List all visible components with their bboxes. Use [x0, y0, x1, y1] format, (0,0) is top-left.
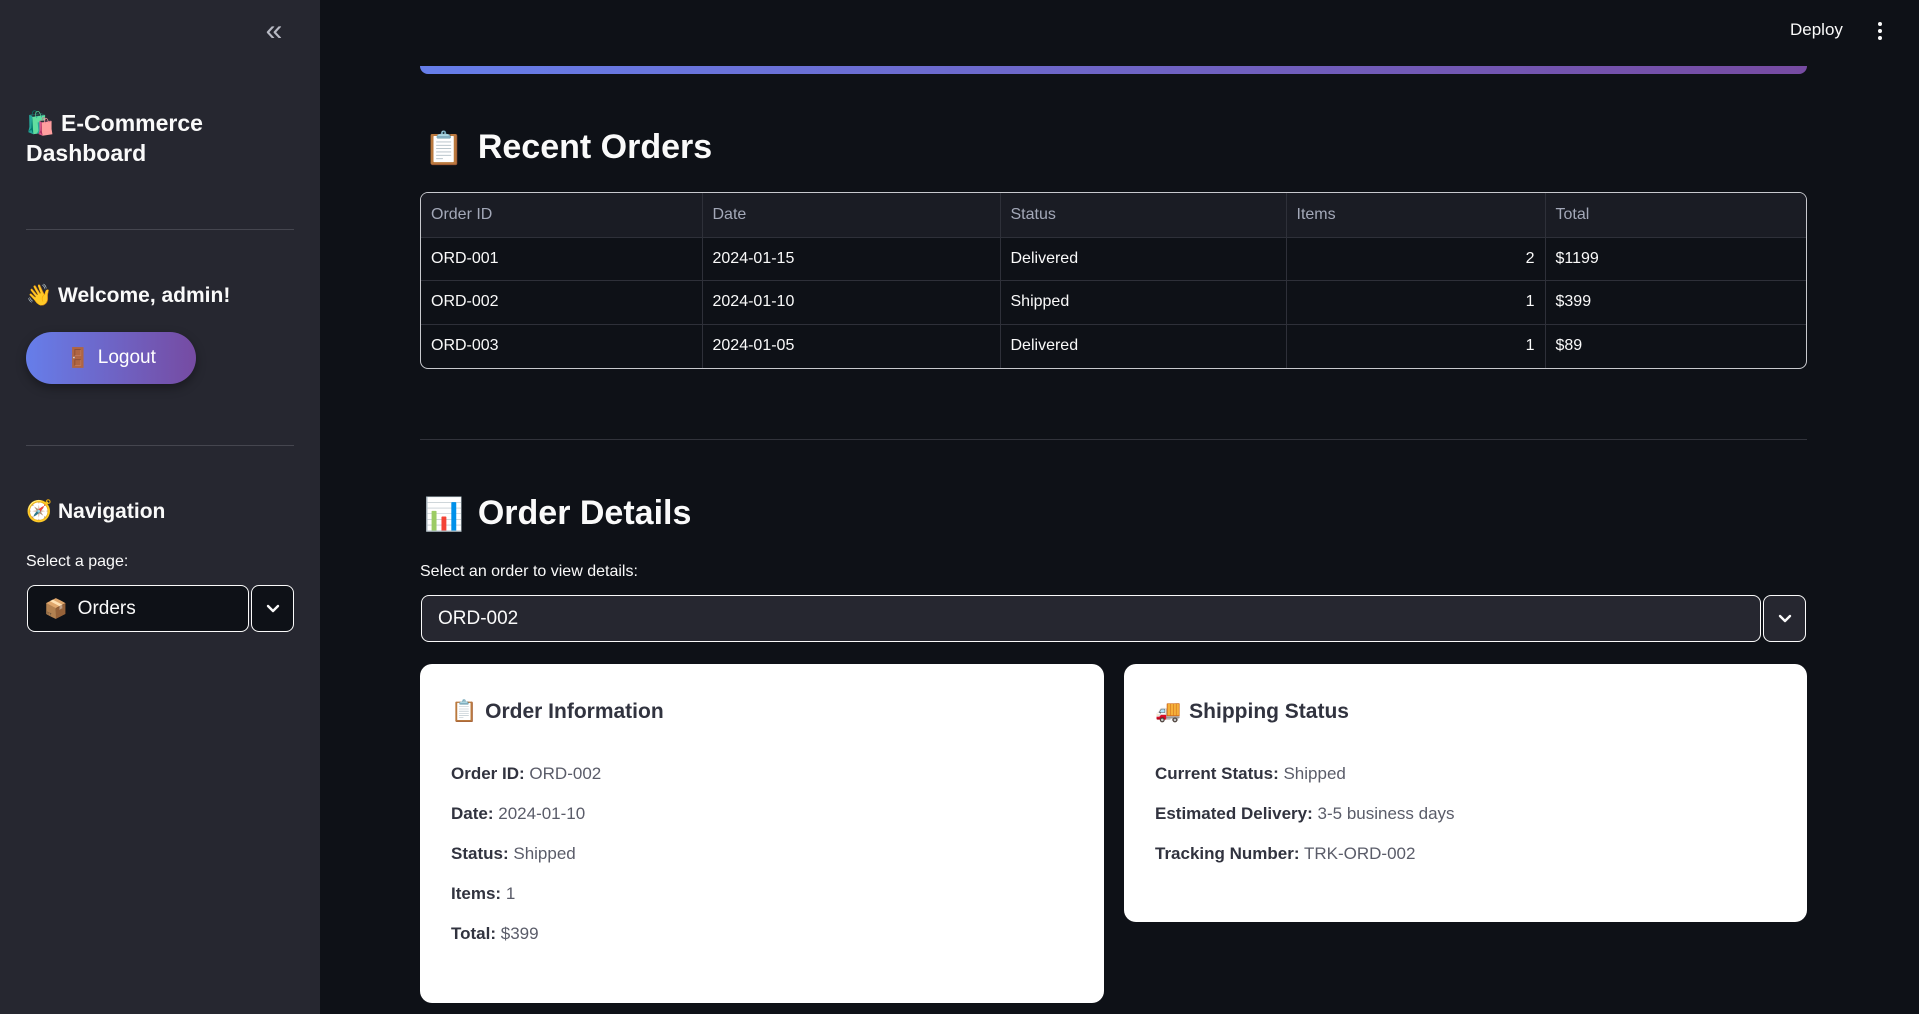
clipboard-icon: 📋: [424, 129, 464, 166]
field-value: 1: [505, 884, 516, 903]
table-cell[interactable]: $89: [1545, 324, 1806, 368]
deploy-button[interactable]: Deploy: [1790, 20, 1843, 40]
column-header[interactable]: Items: [1286, 193, 1546, 238]
table-cell[interactable]: 2024-01-15: [702, 237, 1001, 281]
recent-orders-table[interactable]: Order ID Date Status Items Total ORD-001…: [420, 192, 1807, 369]
field-label: Estimated Delivery:: [1155, 804, 1313, 823]
field-label: Total:: [451, 924, 497, 943]
order-items-row: Items: 1: [451, 874, 1073, 914]
logout-label: Logout: [97, 347, 156, 368]
navigation-heading: 🧭 Navigation: [26, 500, 165, 524]
field-value: $399: [500, 924, 539, 943]
order-information-card: 📋 Order Information Order ID: ORD-002 Da…: [420, 664, 1104, 1003]
current-status-row: Current Status: Shipped: [1155, 754, 1776, 794]
order-details-heading: 📊 Order Details: [424, 494, 691, 533]
kebab-menu-icon[interactable]: [1870, 16, 1890, 46]
field-value: ORD-002: [529, 764, 602, 783]
field-label: Tracking Number:: [1155, 844, 1300, 863]
navigation-title: Navigation: [58, 500, 166, 523]
field-value: Shipped: [513, 844, 576, 863]
shopping-bags-icon: 🛍️: [26, 110, 55, 136]
table-cell[interactable]: ORD-002: [421, 280, 703, 325]
package-icon: 📦: [44, 598, 68, 620]
order-total-row: Total: $399: [451, 914, 1073, 954]
field-label: Status:: [451, 844, 509, 863]
table-cell[interactable]: 1: [1286, 280, 1546, 325]
page-select-dropdown-button[interactable]: [251, 585, 294, 632]
field-value: 2024-01-10: [498, 804, 586, 823]
table-row[interactable]: ORD-003 2024-01-05 Delivered 1 $89: [421, 324, 1806, 368]
compass-icon: 🧭: [26, 500, 53, 523]
shipping-status-card: 🚚 Shipping Status Current Status: Shippe…: [1124, 664, 1807, 922]
page-select-label: Select a page:: [26, 553, 129, 570]
order-date-row: Date: 2024-01-10: [451, 794, 1073, 834]
table-cell[interactable]: 2024-01-05: [702, 324, 1001, 368]
card-title: 📋 Order Information: [451, 700, 1073, 724]
card-title-text: Order Information: [485, 700, 664, 723]
order-select[interactable]: ORD-002: [421, 595, 1761, 642]
field-label: Order ID:: [451, 764, 525, 783]
logout-button[interactable]: 🚪 Logout: [26, 332, 196, 384]
estimated-delivery-row: Estimated Delivery: 3-5 business days: [1155, 794, 1776, 834]
card-title-text: Shipping Status: [1189, 700, 1349, 723]
gradient-banner-bottom: [420, 66, 1807, 74]
table-cell[interactable]: 2: [1286, 237, 1546, 281]
delivery-truck-icon: 🚚: [1155, 700, 1182, 723]
field-value: Shipped: [1283, 764, 1346, 783]
column-header[interactable]: Total: [1545, 193, 1806, 238]
table-row[interactable]: ORD-002 2024-01-10 Shipped 1 $399: [421, 280, 1806, 325]
column-header[interactable]: Order ID: [421, 193, 703, 238]
sidebar: « 🛍️ E-Commerce Dashboard 👋 Welcome, adm…: [0, 0, 320, 1014]
recent-orders-heading: 📋 Recent Orders: [424, 128, 712, 167]
table-cell[interactable]: 2024-01-10: [702, 280, 1001, 325]
welcome-text: Welcome, admin!: [58, 284, 231, 307]
table-cell[interactable]: Delivered: [1000, 237, 1287, 281]
section-divider: [420, 439, 1807, 440]
chevron-down-icon: [266, 604, 279, 612]
welcome-message: 👋 Welcome, admin!: [26, 284, 230, 308]
table-row[interactable]: ORD-001 2024-01-15 Delivered 2 $1199: [421, 237, 1806, 281]
waving-hand-icon: 👋: [26, 284, 53, 307]
field-label: Current Status:: [1155, 764, 1279, 783]
table-cell[interactable]: $1199: [1545, 237, 1806, 281]
table-cell[interactable]: $399: [1545, 280, 1806, 325]
table-cell[interactable]: ORD-003: [421, 324, 703, 368]
page-select[interactable]: 📦 Orders: [27, 585, 249, 632]
brand-title: 🛍️ E-Commerce Dashboard: [26, 108, 286, 168]
table-header-row: Order ID Date Status Items Total: [421, 193, 1806, 238]
table-cell[interactable]: Shipped: [1000, 280, 1287, 325]
page-select-value: Orders: [77, 597, 136, 619]
field-value: TRK-ORD-002: [1303, 844, 1416, 863]
order-select-label: Select an order to view details:: [420, 563, 638, 580]
chevron-down-icon: [1778, 614, 1791, 622]
table-cell[interactable]: 1: [1286, 324, 1546, 368]
door-icon: 🚪: [66, 348, 90, 369]
order-id-row: Order ID: ORD-002: [451, 754, 1073, 794]
recent-orders-title: Recent Orders: [477, 128, 713, 166]
collapse-sidebar-icon[interactable]: «: [258, 16, 290, 46]
sidebar-divider: [26, 229, 294, 230]
table-cell[interactable]: Delivered: [1000, 324, 1287, 368]
order-select-dropdown-button[interactable]: [1763, 595, 1806, 642]
table-cell[interactable]: ORD-001: [421, 237, 703, 281]
bar-chart-icon: 📊: [424, 495, 464, 532]
tracking-number-row: Tracking Number: TRK-ORD-002: [1155, 834, 1776, 874]
field-value: 3-5 business days: [1317, 804, 1455, 823]
card-title: 🚚 Shipping Status: [1155, 700, 1776, 724]
order-select-value: ORD-002: [438, 607, 519, 629]
field-label: Date:: [451, 804, 494, 823]
field-label: Items:: [451, 884, 502, 903]
column-header[interactable]: Status: [1000, 193, 1287, 238]
sidebar-divider: [26, 445, 294, 446]
order-status-row: Status: Shipped: [451, 834, 1073, 874]
order-details-title: Order Details: [477, 494, 692, 532]
clipboard-icon: 📋: [451, 700, 478, 723]
column-header[interactable]: Date: [702, 193, 1001, 238]
